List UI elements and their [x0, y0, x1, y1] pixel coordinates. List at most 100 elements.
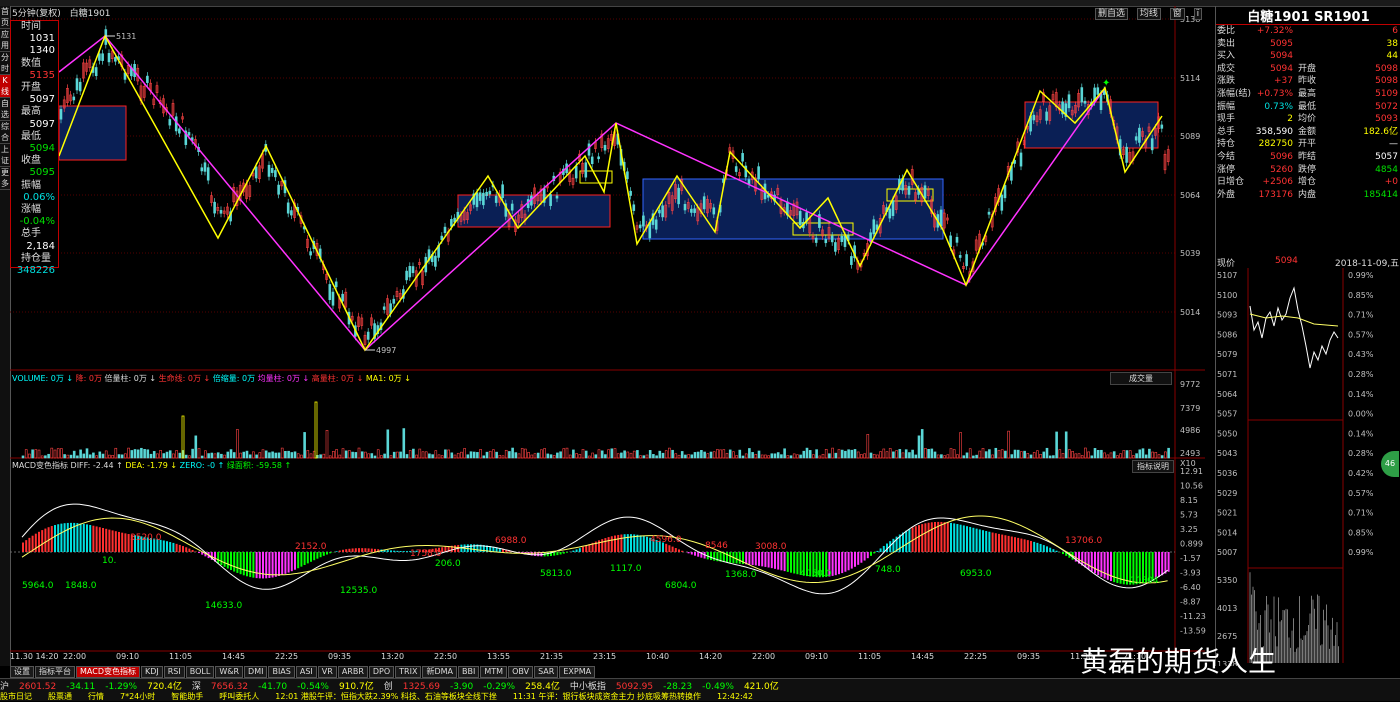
- quote-value: 44: [1387, 50, 1398, 62]
- volume-bar: [211, 453, 213, 458]
- volume-bar: [528, 452, 530, 458]
- left-tab[interactable]: 首页: [0, 6, 10, 29]
- indicator-tab[interactable]: BOLL: [186, 666, 215, 678]
- window-button[interactable]: 窗: [1170, 8, 1185, 20]
- volume-bar: [412, 449, 414, 458]
- volume-bar: [99, 452, 101, 458]
- macd-bar: [598, 540, 600, 552]
- indicator-tab[interactable]: BBI: [458, 666, 479, 678]
- volume-selector[interactable]: 成交量: [1110, 372, 1172, 385]
- indicator-tab[interactable]: OBV: [508, 666, 533, 678]
- volume-bar: [601, 451, 603, 458]
- svg-text:2493: 2493: [1180, 449, 1200, 458]
- indicator-tab[interactable]: VR: [318, 666, 337, 678]
- macd-bar: [1020, 539, 1022, 552]
- news-item[interactable]: 12:01 港股午评：恒指大跌2.39% 科技、石油等板块全线下挫: [275, 692, 497, 701]
- news-item[interactable]: 11:31 午评：银行板块成资金主力 抄底吸筹热转换作: [513, 692, 701, 701]
- indicator-tab[interactable]: MACD变色指标: [76, 666, 140, 678]
- volume-bar: [704, 452, 706, 458]
- volume-bar: [294, 452, 296, 458]
- indicator-help-button[interactable]: 指标说明: [1132, 460, 1174, 473]
- quote-value: +0: [1385, 176, 1398, 188]
- time-tick: 22:25: [964, 652, 987, 661]
- news-item[interactable]: 12:42:42: [717, 692, 753, 701]
- indicator-tab[interactable]: SAR: [534, 666, 558, 678]
- indicator-tab[interactable]: BIAS: [268, 666, 294, 678]
- indicator-tab[interactable]: DMI: [244, 666, 267, 678]
- news-item[interactable]: 行情: [88, 692, 104, 701]
- volume-bar: [118, 455, 120, 458]
- macd-bar: [294, 552, 296, 570]
- mini-axis-right: 0.99%: [1348, 271, 1374, 280]
- indicator-tab[interactable]: 设置: [10, 666, 34, 678]
- macd-bar: [1084, 552, 1086, 568]
- indicator-tab[interactable]: EXPMA: [559, 666, 595, 678]
- news-item[interactable]: 呼叫委托人: [219, 692, 259, 701]
- volume-bar: [1043, 452, 1045, 458]
- volume-bar: [732, 452, 734, 458]
- news-item[interactable]: 股票通: [48, 692, 72, 701]
- left-tab[interactable]: 综合排名: [0, 121, 10, 144]
- macd-bar: [995, 533, 997, 552]
- candle: [745, 162, 747, 181]
- volume-bar: [464, 448, 466, 458]
- quote-row: 卖出509538: [1216, 38, 1400, 50]
- macd-bar: [320, 552, 322, 557]
- info-label: 最低: [11, 131, 58, 143]
- volume-bar: [1142, 449, 1144, 458]
- intraday-mini-chart[interactable]: 5107510050935086507950715064505750505043…: [1216, 268, 1400, 666]
- indicator-tab[interactable]: KDJ: [141, 666, 163, 678]
- indicator-tab[interactable]: ARBR: [338, 666, 368, 678]
- macd-axis-tick: -11.23: [1180, 612, 1206, 621]
- volume-bar: [1030, 455, 1032, 458]
- volume-bar: [1145, 455, 1147, 458]
- high-price-mark: 5131: [116, 32, 136, 41]
- indicator-tab[interactable]: DPO: [369, 666, 394, 678]
- macd-bar: [355, 548, 357, 552]
- volume-bar: [585, 451, 587, 458]
- indicator-tab[interactable]: 新DMA: [422, 666, 457, 678]
- volume-bar: [252, 452, 254, 458]
- left-tab[interactable]: 应用: [0, 29, 10, 52]
- candle: [633, 201, 635, 215]
- left-tab[interactable]: 上证指数: [0, 144, 10, 167]
- quote-row: 振幅0.73%最低5072: [1216, 101, 1400, 113]
- left-tab[interactable]: 自选股: [0, 98, 10, 121]
- quote-value: 5109: [1375, 88, 1398, 100]
- volume-bar: [240, 453, 242, 458]
- left-tab-active[interactable]: K线图: [0, 75, 10, 98]
- volume-bar: [80, 450, 82, 458]
- indicator-tab[interactable]: ASI: [296, 666, 317, 678]
- volume-bar: [713, 452, 715, 458]
- close-icon[interactable]: ï: [1194, 8, 1203, 20]
- volume-bar: [409, 450, 411, 458]
- volume-bar: [864, 454, 866, 458]
- left-tab[interactable]: 分时图: [0, 52, 10, 75]
- volume-bar: [598, 450, 600, 458]
- volume-bar: [886, 452, 888, 458]
- remove-watchlist-button[interactable]: 删自选: [1095, 8, 1128, 20]
- news-item[interactable]: 7*24小时: [120, 692, 155, 701]
- ma-button[interactable]: 均线: [1137, 8, 1161, 20]
- chart-canvas[interactable]: 5131 4997 ✦ 5138 5114 5089 5064 5039 501…: [10, 6, 1215, 666]
- macd-bar: [992, 533, 994, 552]
- macd-bar: [572, 551, 574, 552]
- quote-value: 5095: [1270, 38, 1293, 50]
- intraday-price-line: [1250, 288, 1338, 368]
- volume-bar: [547, 454, 549, 458]
- macd-bar: [774, 552, 776, 569]
- news-item[interactable]: 智能助手: [171, 692, 203, 701]
- macd-bar: [793, 552, 795, 573]
- time-tick: 14:45: [911, 652, 934, 661]
- macd-bar: [678, 549, 680, 552]
- left-tab[interactable]: 更多: [0, 167, 10, 190]
- indicator-tab[interactable]: TRIX: [395, 666, 421, 678]
- mini-axis-left: 4013: [1217, 604, 1237, 613]
- volume-bar: [540, 450, 542, 458]
- news-item[interactable]: 股市日记: [0, 692, 32, 701]
- indicator-tab[interactable]: 指标平台: [35, 666, 75, 678]
- indicator-tab[interactable]: MTM: [480, 666, 507, 678]
- up-arrow-icon: ✦: [1102, 78, 1110, 89]
- indicator-tab[interactable]: W&R: [215, 666, 243, 678]
- indicator-tab[interactable]: RSI: [164, 666, 185, 678]
